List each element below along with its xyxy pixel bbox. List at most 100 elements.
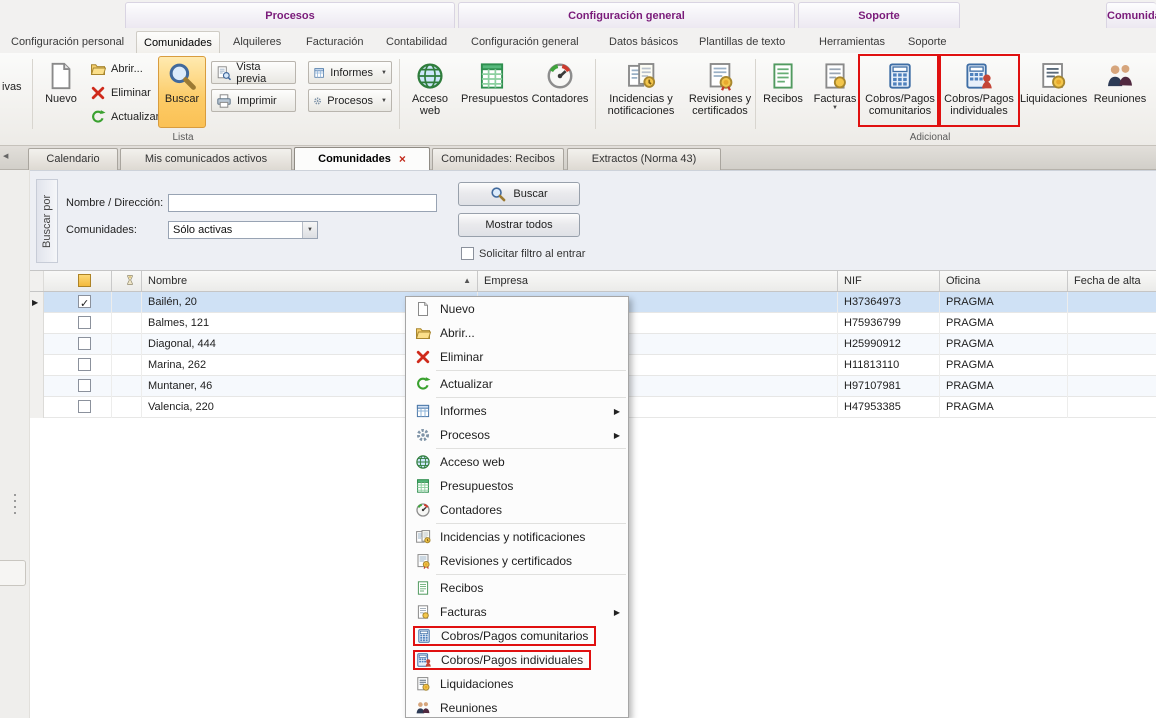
- gauge-icon: [415, 502, 431, 518]
- reuniones-button[interactable]: Reuniones: [1089, 56, 1151, 128]
- column-header-oficina[interactable]: Oficina: [940, 271, 1068, 291]
- column-header-fecha-de-alta[interactable]: Fecha de alta: [1068, 271, 1156, 291]
- communities-label: Comunidades:: [66, 224, 137, 236]
- cell-fecha: [1068, 292, 1156, 313]
- eliminar-button[interactable]: Eliminar: [86, 82, 155, 104]
- menu-item-presupuestos[interactable]: Presupuestos: [406, 474, 628, 498]
- ribbon-tab-alquileres[interactable]: Alquileres: [226, 31, 288, 53]
- contadores-button[interactable]: Contadores: [528, 56, 592, 128]
- doc-tab-comunidades-recibos[interactable]: Comunidades: Recibos: [432, 148, 564, 170]
- doc-tab-extractos-norma-43[interactable]: Extractos (Norma 43): [567, 148, 721, 170]
- cobros-pagos-individuales-button[interactable]: Cobros/Pagos individuales: [941, 56, 1017, 128]
- close-icon[interactable]: ×: [399, 153, 406, 165]
- receipt-icon: [415, 580, 431, 596]
- menu-item-contadores[interactable]: Contadores: [406, 498, 628, 522]
- row-checkbox[interactable]: ✓: [78, 295, 91, 308]
- ribbon-tab-comunidades[interactable]: Comunidades: [136, 31, 220, 53]
- menu-item-facturas[interactable]: Facturas▶: [406, 600, 628, 624]
- abrir-button[interactable]: Abrir...: [86, 58, 147, 80]
- column-header-empresa[interactable]: Empresa: [478, 271, 838, 291]
- row-indicator-icon: ▶: [32, 298, 38, 307]
- menu-item-abrir[interactable]: Abrir...: [406, 321, 628, 345]
- document-tab-bar: ◀ Calendario Mis comunicados activos Com…: [0, 146, 1156, 170]
- column-header-nif[interactable]: NIF: [838, 271, 940, 291]
- splitter-handle[interactable]: [14, 494, 16, 518]
- ribbon-tab-configuracion-general[interactable]: Configuración general: [464, 31, 586, 53]
- ribbon-tab-contabilidad[interactable]: Contabilidad: [379, 31, 454, 53]
- solicitar-filtro-checkbox[interactable]: [461, 247, 474, 260]
- row-checkbox[interactable]: [78, 337, 91, 350]
- nuevo-button[interactable]: Nuevo: [38, 56, 84, 128]
- row-checkbox[interactable]: [78, 358, 91, 371]
- cobros-pagos-comunitarios-button[interactable]: Cobros/Pagos comunitarios: [862, 56, 938, 128]
- select-all-checkbox[interactable]: [78, 274, 91, 287]
- application-window: Procesos Configuración general Soporte C…: [0, 0, 1156, 718]
- recibos-button[interactable]: Recibos: [758, 56, 808, 128]
- settlements-icon: [1038, 61, 1068, 91]
- individual-payments-icon: [416, 652, 432, 668]
- row-checkbox[interactable]: [78, 400, 91, 413]
- doc-tab-mis-comunicados-activos[interactable]: Mis comunicados activos: [120, 148, 292, 170]
- cell-oficina: PRAGMA: [940, 376, 1068, 397]
- menu-item-informes[interactable]: Informes▶: [406, 399, 628, 423]
- revisiones-button[interactable]: Revisiones y certificados: [686, 56, 754, 128]
- row-indicator-cell: ▶: [30, 292, 44, 313]
- menu-item-recibos[interactable]: Recibos: [406, 576, 628, 600]
- buscar-panel-button[interactable]: Buscar: [458, 182, 580, 206]
- row-checkbox[interactable]: [78, 379, 91, 392]
- row-checkbox-cell: [44, 376, 112, 397]
- spreadsheet-icon: [477, 61, 507, 91]
- imprimir-button[interactable]: Imprimir: [211, 89, 296, 112]
- cell-oficina: PRAGMA: [940, 334, 1068, 355]
- ribbon-tab-soporte[interactable]: Soporte: [901, 31, 954, 53]
- row-checkbox[interactable]: [78, 316, 91, 329]
- menu-separator: [436, 397, 626, 398]
- ribbon-tab-facturacion[interactable]: Facturación: [299, 31, 370, 53]
- receipt-icon: [768, 61, 798, 91]
- header-icon-cell[interactable]: [112, 271, 142, 291]
- menu-item-procesos[interactable]: Procesos▶: [406, 423, 628, 447]
- certificate-icon: [415, 553, 431, 569]
- menu-item-reuniones[interactable]: Reuniones: [406, 696, 628, 718]
- ribbon-tab-configuracion-personal[interactable]: Configuración personal: [4, 31, 131, 53]
- menu-item-cobros-pagos-comunitarios[interactable]: Cobros/Pagos comunitarios: [406, 624, 628, 648]
- acceso-web-button[interactable]: Acceso web: [403, 56, 457, 128]
- check-icon: ✓: [80, 294, 89, 313]
- menu-item-liquidaciones[interactable]: Liquidaciones: [406, 672, 628, 696]
- cell-oficina: PRAGMA: [940, 397, 1068, 418]
- collapsed-panel-button[interactable]: [0, 560, 26, 586]
- cell-nif: H97107981: [838, 376, 940, 397]
- dropdown-arrow-icon[interactable]: ▼: [302, 222, 317, 238]
- doc-tab-comunidades[interactable]: Comunidades ×: [294, 147, 430, 170]
- menu-item-revisiones[interactable]: Revisiones y certificados: [406, 549, 628, 573]
- informes-dropdown-button[interactable]: Informes ▼: [308, 61, 392, 84]
- communities-select[interactable]: Sólo activas ▼: [168, 221, 318, 239]
- cell-nif: H47953385: [838, 397, 940, 418]
- vista-previa-button[interactable]: Vista previa: [211, 61, 296, 84]
- liquidaciones-button[interactable]: Liquidaciones: [1019, 56, 1087, 128]
- procesos-dropdown-button[interactable]: Procesos ▼: [308, 89, 392, 112]
- name-address-input[interactable]: [168, 194, 437, 212]
- facturas-dropdown-button[interactable]: Facturas ▼: [810, 56, 860, 128]
- menu-item-incidencias[interactable]: Incidencias y notificaciones: [406, 525, 628, 549]
- mostrar-todos-button[interactable]: Mostrar todos: [458, 213, 580, 237]
- ribbon-tab-herramientas[interactable]: Herramientas: [812, 31, 892, 53]
- ribbon-tab-plantillas-de-texto[interactable]: Plantillas de texto: [692, 31, 792, 53]
- menu-item-cobros-pagos-individuales[interactable]: Cobros/Pagos individuales: [406, 648, 628, 672]
- menu-item-nuevo[interactable]: Nuevo: [406, 297, 628, 321]
- row-indicator-cell: [30, 376, 44, 397]
- print-preview-icon: [216, 65, 231, 81]
- incidencias-button[interactable]: Incidencias y notificaciones: [598, 56, 684, 128]
- settlements-icon: [415, 676, 431, 692]
- filter-panel: Buscar por Nombre / Dirección: Comunidad…: [0, 170, 1156, 270]
- buscar-button[interactable]: Buscar: [158, 56, 206, 128]
- tab-scroll-left-icon[interactable]: ◀: [3, 152, 8, 160]
- column-header-nombre[interactable]: Nombre▲: [142, 271, 478, 291]
- menu-item-acceso-web[interactable]: Acceso web: [406, 450, 628, 474]
- presupuestos-button[interactable]: Presupuestos: [460, 56, 524, 128]
- doc-tab-calendario[interactable]: Calendario: [28, 148, 118, 170]
- ribbon-tab-datos-basicos[interactable]: Datos básicos: [602, 31, 685, 53]
- menu-item-actualizar[interactable]: Actualizar: [406, 372, 628, 396]
- actualizar-button[interactable]: Actualizar: [86, 106, 163, 128]
- menu-item-eliminar[interactable]: Eliminar: [406, 345, 628, 369]
